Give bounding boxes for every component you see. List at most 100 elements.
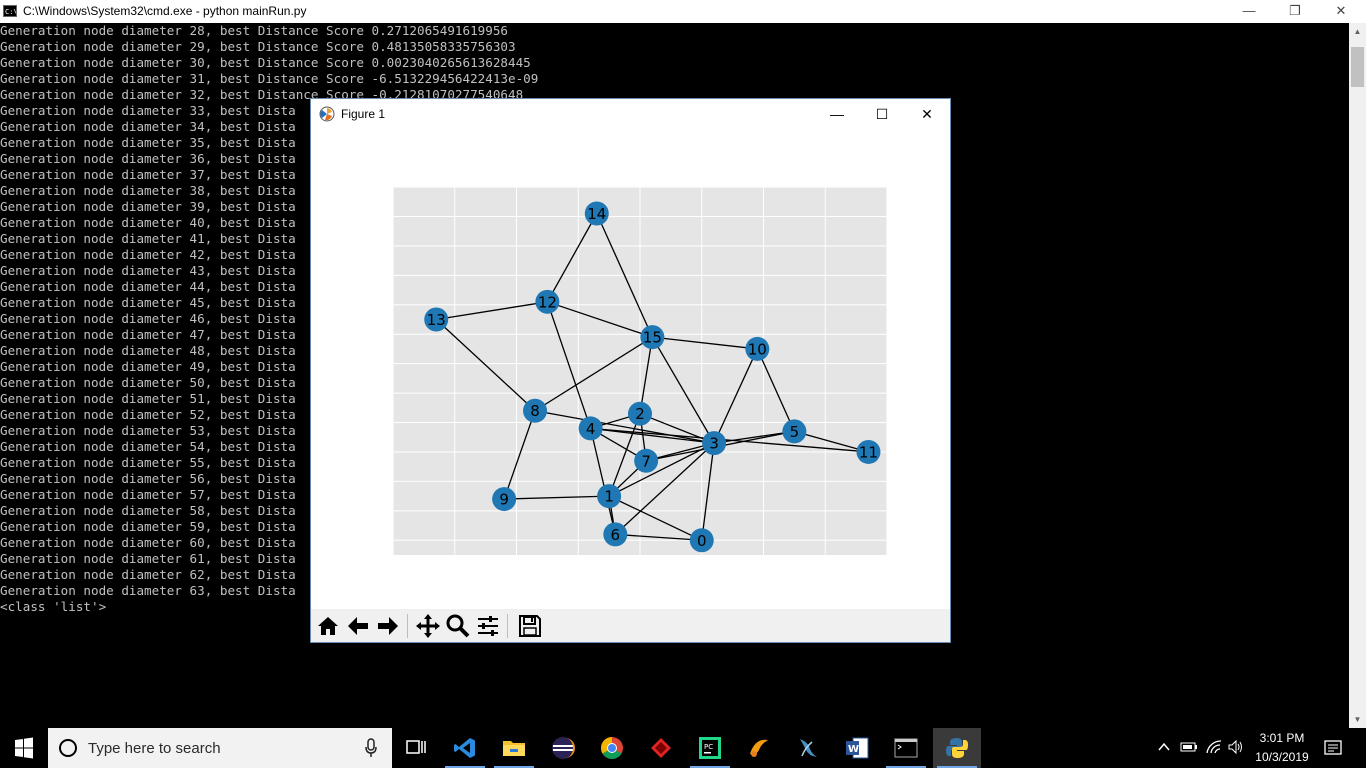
search-icon [59,739,77,757]
figure-minimize-button[interactable]: — [814,99,860,129]
node-label: 15 [643,329,662,347]
console-line: Generation node diameter 43, best Dista [0,263,296,278]
cmd-restore-button[interactable]: ❐ [1272,0,1318,23]
configure-subplots-icon[interactable] [475,613,501,639]
task-view-icon[interactable] [392,728,440,768]
word-icon[interactable]: W [833,728,881,768]
orange-app-icon[interactable] [735,728,783,768]
eclipse-icon[interactable] [539,728,587,768]
console-line: Generation node diameter 55, best Dista [0,455,296,470]
save-icon[interactable] [517,613,543,639]
cmd-icon[interactable] [882,728,930,768]
zoom-icon[interactable] [445,613,471,639]
node-label: 7 [641,452,651,470]
battery-icon[interactable] [1180,740,1198,754]
cmd-close-button[interactable]: ✕ [1318,0,1364,23]
figure-canvas[interactable]: 0 1 2 3 4 5 6 7 8 9 10 11 12 13 14 15 [311,129,950,609]
cmd-minimize-button[interactable]: — [1226,0,1272,23]
console-line: Generation node diameter 35, best Dista [0,135,296,150]
console-line: Generation node diameter 31, best Distan… [0,71,539,86]
cmd-titlebar[interactable]: C:\ C:\Windows\System32\cmd.exe - python… [0,0,1366,23]
node-label: 10 [748,340,767,358]
scroll-down-arrow-icon[interactable]: ▼ [1349,711,1366,728]
node-label: 8 [530,402,540,420]
network-graph: 01234 56789101112131415 [392,186,888,555]
scroll-up-arrow-icon[interactable]: ▲ [1349,23,1366,40]
console-line: Generation node diameter 45, best Dista [0,295,296,310]
console-line: Generation node diameter 48, best Dista [0,343,296,358]
console-line: Generation node diameter 58, best Dista [0,503,296,518]
pan-icon[interactable] [415,613,441,639]
console-line: Generation node diameter 62, best Dista [0,567,296,582]
figure-maximize-button[interactable]: ☐ [859,99,905,129]
show-hidden-icons-icon[interactable] [1157,740,1171,754]
figure-titlebar[interactable]: Figure 1 — ☐ ✕ [311,99,950,129]
red-app-icon[interactable] [637,728,685,768]
console-line: Generation node diameter 30, best Distan… [0,55,531,70]
back-arrow-icon[interactable] [345,613,371,639]
notifications-icon[interactable] [1324,739,1342,757]
node-label: 14 [587,205,606,223]
console-line: Generation node diameter 39, best Dista [0,199,296,214]
console-line: Generation node diameter 54, best Dista [0,439,296,454]
console-line: Generation node diameter 34, best Dista [0,119,296,134]
home-icon[interactable] [315,613,341,639]
scrollbar-thumb[interactable] [1351,47,1364,87]
console-line: Generation node diameter 50, best Dista [0,375,296,390]
volume-icon[interactable] [1228,740,1244,754]
toolbar-separator [507,614,508,638]
taskbar-search-box[interactable]: Type here to search [48,728,392,768]
file-explorer-icon[interactable] [490,728,538,768]
pycharm-icon[interactable]: PC [686,728,734,768]
node-label: 11 [859,443,878,461]
node-label: 5 [790,423,800,441]
figure-window[interactable]: Figure 1 — ☐ ✕ 0 1 2 3 4 5 6 7 8 9 10 11 12 13 14 15 [310,98,951,643]
forward-arrow-icon[interactable] [375,613,401,639]
chrome-icon[interactable] [588,728,636,768]
node-label: 4 [586,420,596,438]
console-line: Generation node diameter 29, best Distan… [0,39,516,54]
console-line: Generation node diameter 61, best Dista [0,551,296,566]
cmd-scrollbar[interactable]: ▲ ▼ [1349,23,1366,728]
console-line: Generation node diameter 51, best Dista [0,391,296,406]
cmd-window-title: C:\Windows\System32\cmd.exe - python mai… [23,4,307,18]
clock-date[interactable]: 10/3/2019 [1247,750,1317,764]
python-icon[interactable] [933,728,981,768]
figure-close-button[interactable]: ✕ [904,99,950,129]
windows-start-icon[interactable] [0,728,48,768]
console-line: Generation node diameter 28, best Distan… [0,23,508,38]
console-line: <class 'list'> [0,599,107,614]
clock-time[interactable]: 3:01 PM [1247,731,1317,745]
node-label: 1 [604,488,614,506]
node-label: 0 [697,532,707,550]
console-line: Generation node diameter 41, best Dista [0,231,296,246]
mysql-workbench-icon[interactable] [784,728,832,768]
search-placeholder: Type here to search [88,740,221,757]
console-line: Generation node diameter 56, best Dista [0,471,296,486]
matplotlib-icon [319,106,335,122]
microphone-icon[interactable] [364,738,378,758]
console-line: Generation node diameter 36, best Dista [0,151,296,166]
console-line: Generation node diameter 60, best Dista [0,535,296,550]
figure-title: Figure 1 [341,107,386,121]
wifi-icon[interactable] [1205,739,1223,755]
taskbar: Type here to search PC W 3:01 PM 10/3/20… [0,728,1366,768]
console-line: Generation node diameter 53, best Dista [0,423,296,438]
vscode-icon[interactable] [441,728,489,768]
console-line: Generation node diameter 49, best Dista [0,359,296,374]
console-line: Generation node diameter 33, best Dista [0,103,296,118]
node-label: 3 [709,435,719,453]
console-line: Generation node diameter 63, best Dista [0,583,296,598]
console-line: Generation node diameter 46, best Dista [0,311,296,326]
console-line: Generation node diameter 52, best Dista [0,407,296,422]
console-line: Generation node diameter 37, best Dista [0,167,296,182]
console-line: Generation node diameter 59, best Dista [0,519,296,534]
console-line: Generation node diameter 38, best Dista [0,183,296,198]
console-line: Generation node diameter 44, best Dista [0,279,296,294]
node-label: 13 [427,311,446,329]
svg-text:PC: PC [704,743,713,751]
node-label: 12 [538,293,557,311]
toolbar-separator [407,614,408,638]
node-label: 2 [635,405,645,423]
cmd-window-icon: C:\ [3,5,17,17]
